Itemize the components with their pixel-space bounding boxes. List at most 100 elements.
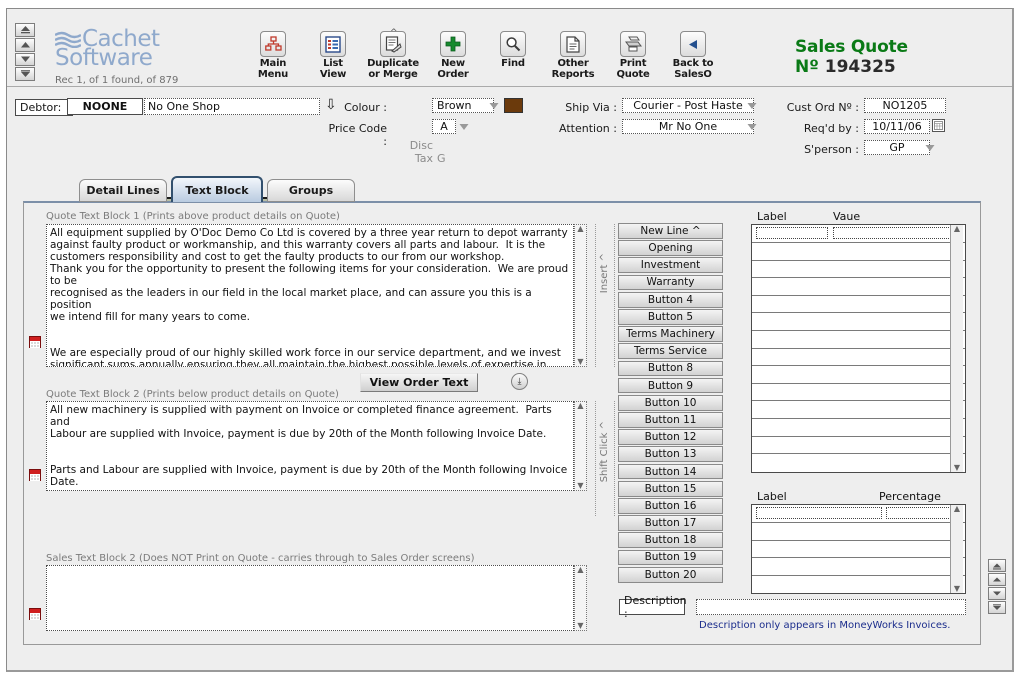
value-grid-scrollbar[interactable]: ▲ ▼: [950, 225, 963, 472]
table-row[interactable]: [752, 261, 965, 279]
block1-paste-icon[interactable]: [29, 336, 41, 348]
description-label-button[interactable]: Description :: [619, 594, 687, 620]
block2-scrollbar[interactable]: ▲ ▼: [574, 401, 587, 491]
calendar-icon[interactable]: [932, 119, 945, 132]
previous-record-button[interactable]: [15, 37, 35, 52]
table-row[interactable]: [752, 505, 965, 523]
insert-button-12[interactable]: Button 12: [618, 429, 723, 446]
colour-chevron-down-icon[interactable]: [487, 99, 501, 112]
scroll-up-icon[interactable]: ▲: [577, 402, 583, 410]
debtor-name-field[interactable]: No One Shop: [144, 98, 320, 115]
insert-button-4[interactable]: Button 4: [618, 291, 723, 308]
sperson-select[interactable]: GP: [864, 140, 930, 155]
toolbar-button-duplicate-or-merge[interactable]: Duplicate or Merge: [363, 31, 423, 80]
sales-text-block-2[interactable]: [46, 565, 574, 631]
scroll-down-icon[interactable]: ▼: [577, 622, 583, 630]
insert-button-investment[interactable]: Investment: [618, 257, 723, 274]
table-row[interactable]: [752, 349, 965, 367]
block2-paste-icon[interactable]: [29, 469, 41, 481]
insert-button-14[interactable]: Button 14: [618, 463, 723, 480]
price-code-chevron-down-icon[interactable]: [457, 120, 471, 133]
insert-button-20[interactable]: Button 20: [618, 566, 723, 583]
table-row[interactable]: [752, 225, 965, 243]
debtor-label-button[interactable]: Debtor:: [15, 99, 73, 116]
insert-button-18[interactable]: Button 18: [618, 532, 723, 549]
insert-button-11[interactable]: Button 11: [618, 412, 723, 428]
table-row[interactable]: [752, 278, 965, 296]
insert-button-new-line[interactable]: New Line ^: [618, 223, 723, 239]
scroll-down-icon[interactable]: ▼: [577, 482, 583, 490]
record-nav-buttons[interactable]: [15, 23, 35, 81]
block1-scrollbar[interactable]: ▲ ▼: [574, 224, 587, 367]
insert-button-10[interactable]: Button 10: [618, 394, 723, 411]
scroll-up-button[interactable]: [988, 573, 1006, 586]
scroll-up-icon[interactable]: ▲: [577, 566, 583, 574]
insert-button-opening[interactable]: Opening: [618, 240, 723, 256]
tab-text-block[interactable]: Text Block: [171, 176, 263, 202]
percent-grid-scrollbar[interactable]: ▲ ▼: [950, 505, 963, 593]
toolbar-button-find[interactable]: Find: [483, 31, 543, 80]
percent-grid-label-cell[interactable]: [756, 507, 882, 519]
table-row[interactable]: [752, 523, 965, 541]
attention-chevron-down-icon[interactable]: [745, 120, 759, 133]
tab-groups[interactable]: Groups: [267, 179, 355, 202]
debtor-code-field[interactable]: NOONE: [67, 98, 143, 115]
table-row[interactable]: [752, 243, 965, 261]
insert-button-15[interactable]: Button 15: [618, 480, 723, 497]
scroll-down-icon[interactable]: ▼: [954, 464, 960, 472]
insert-button-17[interactable]: Button 17: [618, 515, 723, 531]
toolbar-button-new-order[interactable]: New Order: [423, 31, 483, 80]
quote-text-block-1[interactable]: All equipment supplied by O'Doc Demo Co …: [46, 224, 574, 367]
quote-text-block-2[interactable]: All new machinery is supplied with payme…: [46, 401, 574, 491]
last-record-button[interactable]: [15, 67, 35, 81]
table-row[interactable]: [752, 366, 965, 384]
insert-button-19[interactable]: Button 19: [618, 549, 723, 566]
table-row[interactable]: [752, 558, 965, 576]
description-field[interactable]: [696, 599, 966, 615]
attention-select[interactable]: Mr No One: [622, 119, 754, 134]
table-row[interactable]: [752, 437, 965, 455]
scroll-bottom-button[interactable]: [988, 601, 1006, 614]
insert-button-terms-machinery[interactable]: Terms Machinery: [618, 326, 723, 342]
scroll-up-icon[interactable]: ▲: [954, 505, 960, 513]
percent-grid[interactable]: [751, 504, 966, 594]
table-row[interactable]: [752, 331, 965, 349]
toolbar-button-list-view[interactable]: List View: [303, 31, 363, 80]
insert-button-5[interactable]: Button 5: [618, 308, 723, 325]
value-grid[interactable]: [751, 224, 966, 473]
insert-button-warranty[interactable]: Warranty: [618, 274, 723, 291]
block3-scrollbar[interactable]: ▲ ▼: [574, 565, 587, 631]
scroll-down-icon[interactable]: ▼: [954, 585, 960, 593]
first-record-button[interactable]: [15, 23, 35, 37]
scroll-down-icon[interactable]: ▼: [577, 358, 583, 366]
view-order-text-button[interactable]: View Order Text: [360, 373, 478, 392]
scroll-top-button[interactable]: [988, 559, 1006, 572]
table-row[interactable]: [752, 576, 965, 594]
double-chevron-down-icon[interactable]: ⤓: [511, 373, 528, 390]
percent-grid-value-cell[interactable]: [886, 507, 957, 519]
table-row[interactable]: [752, 419, 965, 437]
next-record-button[interactable]: [15, 52, 35, 67]
ship-via-chevron-down-icon[interactable]: [745, 99, 759, 112]
value-grid-label-cell[interactable]: [756, 227, 828, 239]
scroll-up-icon[interactable]: ▲: [577, 225, 583, 233]
cust-ord-field[interactable]: NO1205: [864, 98, 946, 113]
insert-button-9[interactable]: Button 9: [618, 377, 723, 394]
insert-button-13[interactable]: Button 13: [618, 446, 723, 463]
insert-button-8[interactable]: Button 8: [618, 360, 723, 377]
table-row[interactable]: [752, 296, 965, 314]
tab-detail-lines[interactable]: Detail Lines: [79, 179, 167, 202]
table-row[interactable]: [752, 384, 965, 402]
toolbar-button-other-reports[interactable]: Other Reports: [543, 31, 603, 80]
value-grid-value-cell[interactable]: [833, 227, 957, 239]
table-row[interactable]: [752, 401, 965, 419]
toolbar-button-main-menu[interactable]: Main Menu: [243, 31, 303, 80]
insert-button-terms-service[interactable]: Terms Service: [618, 343, 723, 360]
scroll-down-button[interactable]: [988, 587, 1006, 600]
table-row[interactable]: [752, 313, 965, 331]
ship-via-select[interactable]: Courier - Post Haste: [622, 98, 754, 113]
sperson-chevron-down-icon[interactable]: [923, 141, 937, 154]
block3-paste-icon[interactable]: [29, 608, 41, 620]
page-scroll-widget[interactable]: [988, 559, 1006, 614]
table-row[interactable]: [752, 454, 965, 472]
